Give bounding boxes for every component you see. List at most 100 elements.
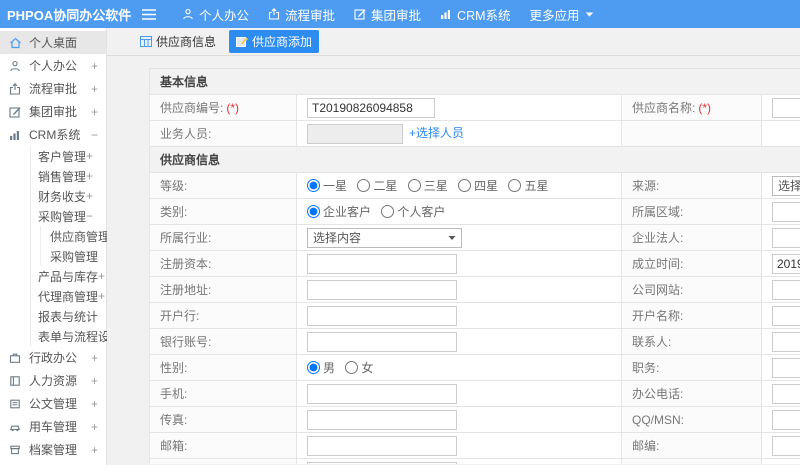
sidebar-item-label: 客户管理 bbox=[38, 149, 87, 164]
required-mark: (*) bbox=[698, 101, 712, 115]
menu-toggle-button[interactable] bbox=[142, 8, 156, 20]
sidebar-item-finance[interactable]: 财务收支 + bbox=[31, 186, 106, 206]
qq-msn-field[interactable] bbox=[772, 409, 800, 430]
expand-icon[interactable]: + bbox=[86, 189, 93, 203]
fax-field[interactable] bbox=[307, 409, 457, 430]
required-mark: (*) bbox=[226, 101, 240, 115]
grade-radio[interactable] bbox=[407, 178, 421, 192]
sidebar-item-supplier-mgmt[interactable]: 供应商管理 bbox=[41, 226, 110, 246]
registered-capital-field[interactable] bbox=[307, 253, 457, 274]
gender-option[interactable]: 男 bbox=[307, 359, 335, 376]
sidebar-item-label: CRM系统 bbox=[29, 128, 81, 142]
grade-radio[interactable] bbox=[508, 178, 522, 192]
region-field[interactable] bbox=[772, 201, 800, 222]
grade-option[interactable]: 二星 bbox=[357, 177, 397, 194]
category-radio[interactable] bbox=[381, 204, 395, 218]
sidebar-item-product-inventory[interactable]: 产品与库存 + bbox=[31, 266, 106, 286]
sidebar-item-label: 流程审批 bbox=[29, 82, 78, 96]
grade-option[interactable]: 四星 bbox=[458, 177, 498, 194]
sidebar-item-crm-system[interactable]: CRM系统 − bbox=[0, 123, 106, 146]
legal-person-field[interactable] bbox=[772, 227, 800, 248]
sidebar-item-agent-mgmt[interactable]: 代理商管理 + bbox=[31, 286, 106, 306]
expand-icon[interactable]: + bbox=[98, 269, 105, 283]
sidebar-item-workflow-approval[interactable]: 流程审批 + bbox=[0, 77, 106, 100]
grade-radio[interactable] bbox=[357, 178, 371, 192]
expand-icon[interactable]: + bbox=[86, 169, 93, 183]
gender-radio[interactable] bbox=[307, 360, 320, 374]
nav-more-apps[interactable]: 更多应用 bbox=[530, 5, 594, 24]
contact-person-field[interactable] bbox=[772, 331, 800, 352]
postcode-field[interactable] bbox=[772, 435, 800, 456]
sidebar-item-label: 用车管理 bbox=[29, 420, 78, 434]
top-nav: 个人办公 流程审批 集团审批 CRM系统 更多应用 bbox=[182, 5, 613, 24]
sidebar-item-personal-office[interactable]: 个人办公 + bbox=[0, 54, 106, 77]
office-phone-field[interactable] bbox=[772, 383, 800, 404]
expand-icon[interactable]: + bbox=[91, 105, 98, 119]
sidebar-item-reports-stats[interactable]: 报表与统计 bbox=[31, 306, 106, 326]
expand-icon[interactable]: + bbox=[86, 149, 93, 163]
expand-icon[interactable]: + bbox=[91, 443, 98, 457]
supplier-name-field[interactable] bbox=[772, 97, 800, 118]
choose-staff-link[interactable]: +选择人员 bbox=[409, 126, 464, 140]
sidebar-item-sales-mgmt[interactable]: 销售管理 + bbox=[31, 166, 106, 186]
staff-field[interactable] bbox=[307, 123, 403, 144]
category-option[interactable]: 个人客户 bbox=[381, 203, 445, 220]
sidebar-item-group-approval[interactable]: 集团审批 + bbox=[0, 100, 106, 123]
nav-personal-office[interactable]: 个人办公 bbox=[182, 5, 249, 24]
tab-supplier-add[interactable]: 供应商添加 bbox=[229, 30, 320, 53]
gender-option[interactable]: 女 bbox=[345, 359, 373, 376]
sidebar-item-form-workflow-settings[interactable]: 表单与流程设置 + bbox=[31, 326, 129, 346]
bank-account-field[interactable] bbox=[307, 331, 457, 352]
supplier-code-field[interactable] bbox=[307, 97, 435, 118]
expand-icon[interactable]: + bbox=[91, 397, 98, 411]
expand-icon[interactable]: + bbox=[91, 374, 98, 388]
workflow-icon bbox=[268, 8, 280, 20]
gender-radio[interactable] bbox=[345, 360, 359, 374]
grade-radio[interactable] bbox=[458, 178, 472, 192]
hamburger-icon bbox=[142, 8, 156, 20]
bank-branch-field[interactable] bbox=[307, 305, 457, 326]
collapse-icon[interactable]: − bbox=[91, 128, 98, 142]
sidebar-item-admin-office[interactable]: 行政办公 + bbox=[0, 346, 106, 369]
sidebar-item-purchase-mgmt[interactable]: 采购管理 − bbox=[31, 206, 106, 226]
source-select[interactable]: 选择内容 bbox=[772, 175, 800, 196]
sidebar-item-procurement-mgmt[interactable]: 采购管理 bbox=[41, 246, 106, 266]
collapse-icon[interactable]: − bbox=[86, 209, 93, 223]
grade-radio[interactable] bbox=[307, 178, 320, 192]
expand-icon[interactable]: + bbox=[91, 59, 98, 73]
registered-address-field[interactable] bbox=[307, 279, 457, 300]
nav-crm-system[interactable]: CRM系统 bbox=[440, 5, 511, 24]
mobile-field[interactable] bbox=[307, 383, 457, 404]
account-name-field[interactable] bbox=[772, 305, 800, 326]
sidebar-item-personal-desktop[interactable]: 个人桌面 bbox=[0, 31, 106, 54]
nav-group-approval[interactable]: 集团审批 bbox=[354, 5, 421, 24]
grade-option[interactable]: 三星 bbox=[407, 177, 448, 194]
table-row: 性别: 男 女 职务: bbox=[149, 354, 800, 381]
table-row: 开户行: 开户名称: bbox=[149, 302, 800, 329]
edit-icon bbox=[354, 9, 366, 20]
email-field[interactable] bbox=[307, 435, 457, 456]
address-field[interactable] bbox=[307, 461, 457, 464]
field-label: 业务人员: bbox=[160, 127, 212, 141]
tab-supplier-info[interactable]: 供应商信息 bbox=[133, 30, 223, 53]
expand-icon[interactable]: + bbox=[91, 82, 98, 96]
position-field[interactable] bbox=[772, 357, 800, 378]
expand-icon[interactable]: + bbox=[98, 289, 105, 303]
founded-date-field[interactable] bbox=[772, 253, 800, 274]
nav-workflow-approval[interactable]: 流程审批 bbox=[268, 5, 335, 24]
field-label: 银行账号: bbox=[160, 335, 212, 349]
grade-option[interactable]: 五星 bbox=[508, 177, 548, 194]
category-option[interactable]: 企业客户 bbox=[307, 203, 371, 220]
sidebar-item-vehicle-mgmt[interactable]: 用车管理 + bbox=[0, 415, 106, 438]
sidebar-item-archive-mgmt[interactable]: 档案管理 + bbox=[0, 438, 106, 461]
company-website-field[interactable] bbox=[772, 279, 800, 300]
sidebar-item-customer-mgmt[interactable]: 客户管理 + bbox=[31, 146, 106, 166]
sidebar-item-document-mgmt[interactable]: 公文管理 + bbox=[0, 392, 106, 415]
industry-select[interactable]: 选择内容 bbox=[307, 227, 462, 248]
expand-icon[interactable]: + bbox=[91, 420, 98, 434]
expand-icon[interactable]: + bbox=[91, 351, 98, 365]
sidebar-item-hr[interactable]: 人力资源 + bbox=[0, 369, 106, 392]
nav-item-label: CRM系统 bbox=[457, 8, 511, 23]
grade-option[interactable]: 一星 bbox=[307, 177, 347, 194]
category-radio[interactable] bbox=[307, 204, 320, 218]
